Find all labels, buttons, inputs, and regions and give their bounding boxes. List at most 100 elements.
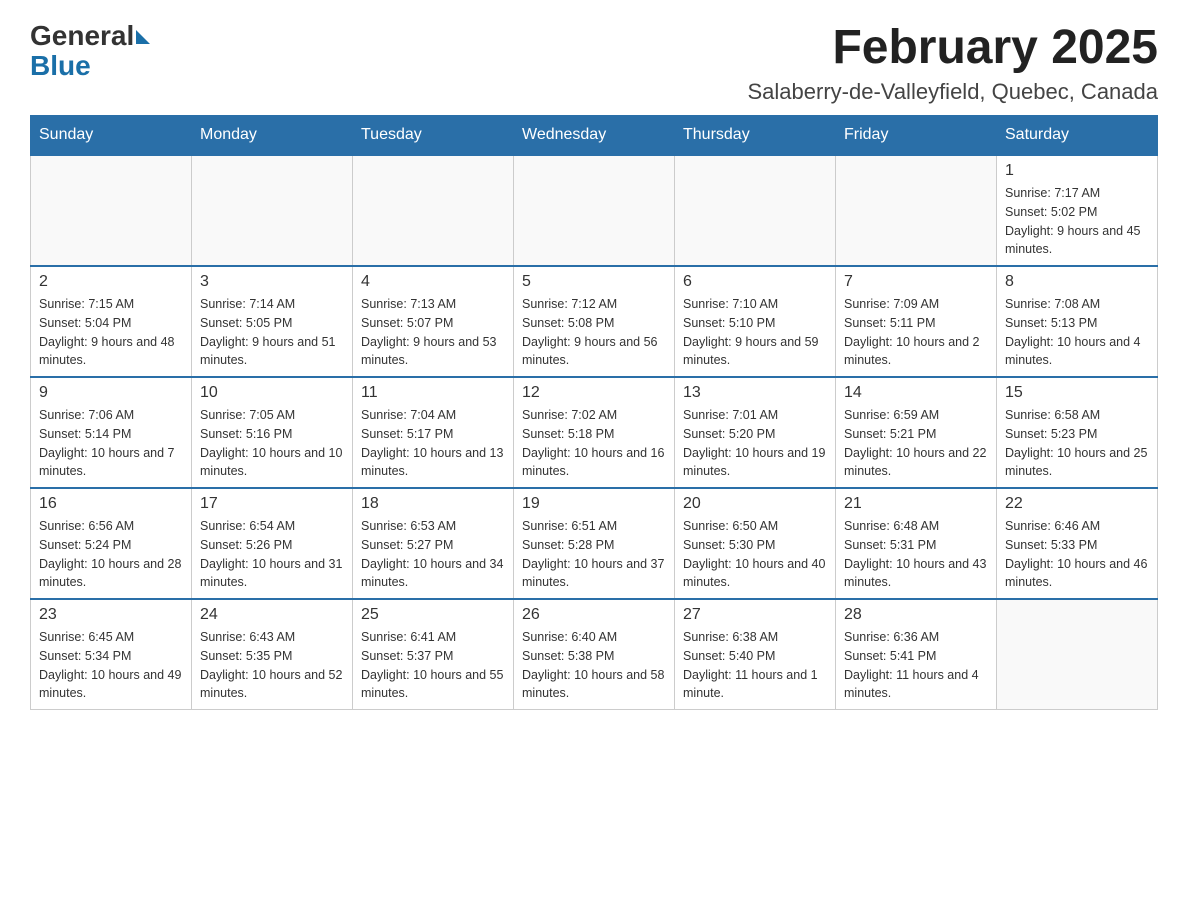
day-info: Sunrise: 6:59 AMSunset: 5:21 PMDaylight:… [844, 406, 988, 481]
calendar-cell: 13 Sunrise: 7:01 AMSunset: 5:20 PMDayligh… [675, 377, 836, 488]
day-number: 11 [361, 384, 505, 402]
calendar-cell: 24 Sunrise: 6:43 AMSunset: 5:35 PMDayligh… [192, 599, 353, 710]
calendar-cell [675, 155, 836, 266]
calendar-cell: 10 Sunrise: 7:05 AMSunset: 5:16 PMDayligh… [192, 377, 353, 488]
day-info: Sunrise: 6:45 AMSunset: 5:34 PMDaylight:… [39, 628, 183, 703]
page-header: General Blue February 2025 Salaberry-de-… [30, 20, 1158, 105]
day-number: 9 [39, 384, 183, 402]
weekday-header-wednesday: Wednesday [514, 116, 675, 156]
calendar-cell: 2 Sunrise: 7:15 AMSunset: 5:04 PMDaylight… [31, 266, 192, 377]
day-number: 13 [683, 384, 827, 402]
calendar-cell: 3 Sunrise: 7:14 AMSunset: 5:05 PMDaylight… [192, 266, 353, 377]
weekday-header-monday: Monday [192, 116, 353, 156]
day-number: 15 [1005, 384, 1149, 402]
day-info: Sunrise: 7:02 AMSunset: 5:18 PMDaylight:… [522, 406, 666, 481]
day-number: 22 [1005, 495, 1149, 513]
weekday-header-saturday: Saturday [997, 116, 1158, 156]
day-number: 20 [683, 495, 827, 513]
calendar-week-1: 1Sunrise: 7:17 AMSunset: 5:02 PMDaylight… [31, 155, 1158, 266]
calendar-cell [353, 155, 514, 266]
day-number: 2 [39, 273, 183, 291]
calendar-cell: 6Sunrise: 7:10 AMSunset: 5:10 PMDaylight… [675, 266, 836, 377]
calendar-cell: 20 Sunrise: 6:50 AMSunset: 5:30 PMDayligh… [675, 488, 836, 599]
day-info: Sunrise: 7:08 AMSunset: 5:13 PMDaylight:… [1005, 295, 1149, 370]
day-number: 21 [844, 495, 988, 513]
day-number: 19 [522, 495, 666, 513]
day-info: Sunrise: 6:46 AMSunset: 5:33 PMDaylight:… [1005, 517, 1149, 592]
day-number: 8 [1005, 273, 1149, 291]
day-info: Sunrise: 6:54 AMSunset: 5:26 PMDaylight:… [200, 517, 344, 592]
calendar-cell [997, 599, 1158, 710]
day-info: Sunrise: 7:04 AMSunset: 5:17 PMDaylight:… [361, 406, 505, 481]
weekday-header-thursday: Thursday [675, 116, 836, 156]
day-number: 16 [39, 495, 183, 513]
day-info: Sunrise: 6:56 AMSunset: 5:24 PMDaylight:… [39, 517, 183, 592]
calendar-week-2: 2 Sunrise: 7:15 AMSunset: 5:04 PMDaylight… [31, 266, 1158, 377]
calendar-cell: 9 Sunrise: 7:06 AMSunset: 5:14 PMDaylight… [31, 377, 192, 488]
location-title: Salaberry-de-Valleyfield, Quebec, Canada [748, 79, 1159, 105]
day-number: 28 [844, 606, 988, 624]
day-number: 17 [200, 495, 344, 513]
month-title: February 2025 [748, 20, 1159, 75]
calendar-cell: 28 Sunrise: 6:36 AMSunset: 5:41 PMDayligh… [836, 599, 997, 710]
calendar-cell: 27 Sunrise: 6:38 AMSunset: 5:40 PMDayligh… [675, 599, 836, 710]
day-info: Sunrise: 7:14 AMSunset: 5:05 PMDaylight:… [200, 295, 344, 370]
calendar-cell: 19 Sunrise: 6:51 AMSunset: 5:28 PMDayligh… [514, 488, 675, 599]
calendar-cell: 1Sunrise: 7:17 AMSunset: 5:02 PMDaylight… [997, 155, 1158, 266]
calendar-week-5: 23 Sunrise: 6:45 AMSunset: 5:34 PMDayligh… [31, 599, 1158, 710]
day-info: Sunrise: 6:48 AMSunset: 5:31 PMDaylight:… [844, 517, 988, 592]
day-number: 14 [844, 384, 988, 402]
calendar-cell [31, 155, 192, 266]
day-info: Sunrise: 7:09 AMSunset: 5:11 PMDaylight:… [844, 295, 988, 370]
calendar-cell: 7 Sunrise: 7:09 AMSunset: 5:11 PMDaylight… [836, 266, 997, 377]
calendar-week-4: 16 Sunrise: 6:56 AMSunset: 5:24 PMDayligh… [31, 488, 1158, 599]
logo: General Blue [30, 20, 150, 82]
day-info: Sunrise: 7:13 AMSunset: 5:07 PMDaylight:… [361, 295, 505, 370]
day-info: Sunrise: 6:38 AMSunset: 5:40 PMDaylight:… [683, 628, 827, 703]
day-number: 12 [522, 384, 666, 402]
logo-general-text: General [30, 20, 134, 52]
calendar-cell: 22 Sunrise: 6:46 AMSunset: 5:33 PMDayligh… [997, 488, 1158, 599]
calendar-table: SundayMondayTuesdayWednesdayThursdayFrid… [30, 115, 1158, 710]
day-number: 4 [361, 273, 505, 291]
calendar-week-3: 9 Sunrise: 7:06 AMSunset: 5:14 PMDaylight… [31, 377, 1158, 488]
day-info: Sunrise: 7:15 AMSunset: 5:04 PMDaylight:… [39, 295, 183, 370]
logo-triangle-icon [136, 30, 150, 44]
calendar-cell: 25Sunrise: 6:41 AMSunset: 5:37 PMDayligh… [353, 599, 514, 710]
weekday-header-friday: Friday [836, 116, 997, 156]
calendar-cell: 21 Sunrise: 6:48 AMSunset: 5:31 PMDayligh… [836, 488, 997, 599]
day-info: Sunrise: 6:51 AMSunset: 5:28 PMDaylight:… [522, 517, 666, 592]
calendar-cell: 17 Sunrise: 6:54 AMSunset: 5:26 PMDayligh… [192, 488, 353, 599]
calendar-cell: 14 Sunrise: 6:59 AMSunset: 5:21 PMDayligh… [836, 377, 997, 488]
calendar-cell: 16 Sunrise: 6:56 AMSunset: 5:24 PMDayligh… [31, 488, 192, 599]
calendar-cell: 26 Sunrise: 6:40 AMSunset: 5:38 PMDayligh… [514, 599, 675, 710]
day-number: 18 [361, 495, 505, 513]
day-info: Sunrise: 7:01 AMSunset: 5:20 PMDaylight:… [683, 406, 827, 481]
calendar-cell [836, 155, 997, 266]
day-info: Sunrise: 7:06 AMSunset: 5:14 PMDaylight:… [39, 406, 183, 481]
calendar-cell [192, 155, 353, 266]
day-number: 23 [39, 606, 183, 624]
day-info: Sunrise: 6:50 AMSunset: 5:30 PMDaylight:… [683, 517, 827, 592]
day-number: 5 [522, 273, 666, 291]
calendar-cell: 15 Sunrise: 6:58 AMSunset: 5:23 PMDayligh… [997, 377, 1158, 488]
title-area: February 2025 Salaberry-de-Valleyfield, … [748, 20, 1159, 105]
day-info: Sunrise: 7:05 AMSunset: 5:16 PMDaylight:… [200, 406, 344, 481]
day-number: 10 [200, 384, 344, 402]
day-info: Sunrise: 6:36 AMSunset: 5:41 PMDaylight:… [844, 628, 988, 703]
day-number: 7 [844, 273, 988, 291]
day-info: Sunrise: 6:43 AMSunset: 5:35 PMDaylight:… [200, 628, 344, 703]
day-number: 3 [200, 273, 344, 291]
day-info: Sunrise: 6:58 AMSunset: 5:23 PMDaylight:… [1005, 406, 1149, 481]
calendar-cell: 11 Sunrise: 7:04 AMSunset: 5:17 PMDayligh… [353, 377, 514, 488]
day-number: 26 [522, 606, 666, 624]
calendar-cell [514, 155, 675, 266]
calendar-cell: 12 Sunrise: 7:02 AMSunset: 5:18 PMDayligh… [514, 377, 675, 488]
day-number: 24 [200, 606, 344, 624]
calendar-cell: 5Sunrise: 7:12 AMSunset: 5:08 PMDaylight… [514, 266, 675, 377]
day-info: Sunrise: 6:53 AMSunset: 5:27 PMDaylight:… [361, 517, 505, 592]
calendar-cell: 8 Sunrise: 7:08 AMSunset: 5:13 PMDaylight… [997, 266, 1158, 377]
day-number: 27 [683, 606, 827, 624]
day-number: 6 [683, 273, 827, 291]
day-info: Sunrise: 6:40 AMSunset: 5:38 PMDaylight:… [522, 628, 666, 703]
